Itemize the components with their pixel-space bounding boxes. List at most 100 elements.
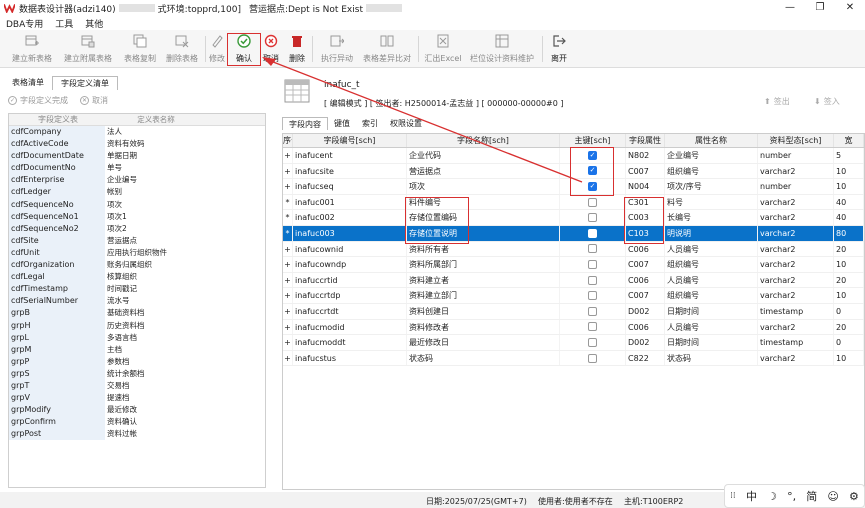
smiley-icon[interactable]: ☺ (827, 490, 838, 503)
data-type-cell[interactable]: varchar2 (758, 163, 834, 179)
left-cancel-button[interactable]: ✕ 取消 (80, 95, 108, 106)
list-item[interactable]: grpM 主档 (9, 343, 265, 356)
primary-key-checkbox[interactable] (588, 322, 597, 332)
data-type-cell[interactable]: varchar2 (758, 194, 834, 210)
primary-key-checkbox[interactable]: ✓ (588, 166, 597, 176)
primary-key-checkbox[interactable] (588, 353, 597, 363)
width-cell[interactable]: 40 (834, 194, 864, 210)
ime-chinese-mode[interactable]: 中 (746, 488, 757, 504)
list-item[interactable]: grpL 多语言档 (9, 331, 265, 344)
col-attr-name[interactable]: 属性名称 (665, 134, 758, 147)
field-code-cell[interactable]: inafuccrtid (293, 272, 407, 288)
primary-key-checkbox[interactable]: ✓ (588, 150, 597, 160)
list-item[interactable]: cdfEnterprise 企业编号 (9, 174, 265, 187)
list-item[interactable]: cdfLedger 帐别 (9, 186, 265, 199)
primary-key-checkbox[interactable] (588, 228, 597, 238)
cancel-button[interactable]: 取消 (259, 33, 283, 65)
maximize-button[interactable]: ❐ (805, 0, 835, 16)
data-type-cell[interactable]: varchar2 (758, 288, 834, 303)
primary-key-checkbox[interactable] (588, 306, 597, 316)
table-row[interactable]: + inafucstus 状态码 C822 状态码 varchar2 10 (283, 350, 864, 367)
menu-dba[interactable]: DBA专用 (6, 17, 43, 30)
list-item[interactable]: grpV 提速档 (9, 392, 265, 405)
field-name-cell[interactable]: 企业代码 (407, 148, 560, 163)
field-code-cell[interactable]: inafuccrtdp (293, 288, 407, 303)
list-item[interactable]: cdfOrganization 账务归属组织 (9, 259, 265, 272)
field-design-maintain-button[interactable]: 栏位设计资料维护 (466, 33, 538, 65)
table-row[interactable]: + inafuccrtdp 资料建立部门 C007 组织编号 varchar2 10 (283, 288, 864, 304)
width-cell[interactable]: 40 (834, 210, 864, 225)
field-attr-cell[interactable]: C103 (626, 225, 665, 241)
primary-key-checkbox[interactable] (588, 337, 597, 347)
list-item[interactable]: grpConfirm 资料确认 (9, 416, 265, 429)
field-code-cell[interactable]: inafuc002 (293, 210, 407, 225)
col-field-attr[interactable]: 字段属性 (626, 134, 665, 147)
field-code-cell[interactable]: inafuccrtdt (293, 303, 407, 319)
data-type-cell[interactable]: number (758, 148, 834, 163)
width-cell[interactable]: 10 (834, 288, 864, 303)
col-field-name[interactable]: 字段名称[sch] (407, 134, 560, 147)
table-row[interactable]: + inafucent 企业代码 ✓ N802 企业编号 number 5 (283, 148, 864, 164)
table-row[interactable]: * inafuc003 存储位置说明 C103 明说明 varchar2 80 (283, 225, 864, 242)
data-type-cell[interactable]: timestamp (758, 303, 834, 319)
tab-keys[interactable]: 键值 (328, 117, 356, 130)
primary-key-checkbox[interactable] (588, 275, 597, 285)
field-name-cell[interactable]: 最近修改日 (407, 335, 560, 350)
data-type-cell[interactable]: number (758, 179, 834, 194)
list-item[interactable]: cdfCompany 法人 (9, 126, 265, 139)
field-attr-cell[interactable]: C003 (626, 210, 665, 225)
field-code-cell[interactable]: inafucmoddt (293, 335, 407, 350)
width-cell[interactable]: 10 (834, 257, 864, 272)
table-row[interactable]: + inafuccrtdt 资料创建日 D002 日期时间 timestamp 0 (283, 303, 864, 320)
field-name-cell[interactable]: 资料修改者 (407, 319, 560, 335)
checkout-button[interactable]: ⬆ 签出 (764, 96, 790, 107)
data-type-cell[interactable]: varchar2 (758, 257, 834, 272)
field-definition-done-button[interactable]: ✓ 字段定义完成 (8, 95, 68, 106)
data-type-cell[interactable]: varchar2 (758, 350, 834, 366)
col-width[interactable]: 宽 (834, 134, 864, 147)
field-name-cell[interactable]: 资料创建日 (407, 303, 560, 319)
field-attr-cell[interactable]: C006 (626, 272, 665, 288)
checkin-button[interactable]: ⬇ 签入 (814, 96, 840, 107)
field-name-cell[interactable]: 状态码 (407, 350, 560, 366)
table-diff-button[interactable]: 表格差异比对 (360, 33, 414, 65)
close-button[interactable]: ✕ (835, 0, 865, 16)
width-cell[interactable]: 0 (834, 303, 864, 319)
field-name-cell[interactable]: 存储位置说明 (407, 225, 560, 241)
menu-tools[interactable]: 工具 (55, 17, 73, 30)
new-attached-table-button[interactable]: 建立附属表格 (58, 33, 118, 65)
list-item[interactable]: grpPost 资料过帐 (9, 428, 265, 441)
tab-table-list[interactable]: 表格清单 (4, 76, 52, 90)
data-type-cell[interactable]: varchar2 (758, 319, 834, 335)
tab-permissions[interactable]: 权限设置 (384, 117, 428, 130)
primary-key-checkbox[interactable]: ✓ (588, 181, 597, 191)
field-code-cell[interactable]: inafuc003 (293, 225, 407, 241)
col-data-type[interactable]: 资料型态[sch] (758, 134, 834, 147)
export-excel-button[interactable]: 汇出Excel (422, 33, 464, 65)
list-item[interactable]: cdfSequenceNo2 项次2 (9, 222, 265, 235)
col-field-code[interactable]: 字段编号[sch] (293, 134, 407, 147)
moon-icon[interactable]: ☽ (767, 490, 777, 503)
tab-field-definition-list[interactable]: 字段定义清单 (52, 76, 118, 90)
primary-key-checkbox[interactable] (588, 291, 597, 301)
data-type-cell[interactable]: varchar2 (758, 272, 834, 288)
field-name-cell[interactable]: 项次 (407, 179, 560, 194)
width-cell[interactable]: 10 (834, 350, 864, 366)
table-row[interactable]: + inafucsite 营运据点 ✓ C007 组织编号 varchar2 10 (283, 163, 864, 180)
table-row[interactable]: + inafucownid 资料所有者 C006 人员编号 varchar2 20 (283, 241, 864, 258)
field-code-cell[interactable]: inafucstus (293, 350, 407, 366)
field-attr-cell[interactable]: C006 (626, 241, 665, 257)
list-item[interactable]: cdfSequenceNo1 项次1 (9, 210, 265, 223)
field-code-cell[interactable]: inafucownid (293, 241, 407, 257)
field-name-cell[interactable]: 料件编号 (407, 194, 560, 210)
field-code-cell[interactable]: inafucsite (293, 163, 407, 179)
field-code-cell[interactable]: inafucseq (293, 179, 407, 194)
field-code-cell[interactable]: inafucowndp (293, 257, 407, 272)
list-item[interactable]: cdfDocumentDate 单据日期 (9, 150, 265, 163)
primary-key-checkbox[interactable] (588, 259, 597, 269)
field-name-cell[interactable]: 资料建立部门 (407, 288, 560, 303)
width-cell[interactable]: 0 (834, 335, 864, 350)
width-cell[interactable]: 20 (834, 319, 864, 335)
list-item[interactable]: cdfActiveCode 资料有效码 (9, 138, 265, 151)
primary-key-checkbox[interactable] (588, 213, 597, 223)
